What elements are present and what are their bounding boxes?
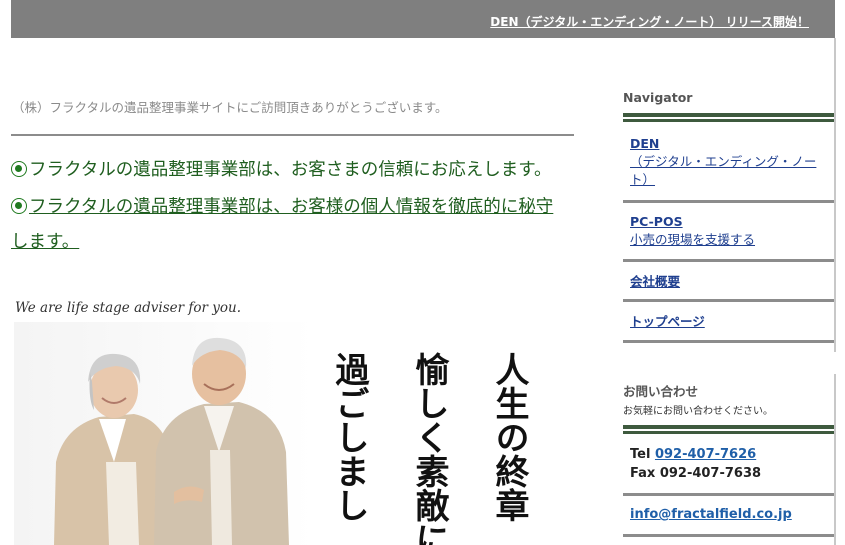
- tel-line: Tel 092-407-7626: [630, 447, 756, 462]
- calligraphy: 人生の終章 愉しく素敵に 過ごしまし: [329, 352, 529, 545]
- sidebar-item-title[interactable]: 会社概要: [630, 274, 680, 289]
- calligraphy-line-1: 人生の終章: [489, 352, 529, 522]
- trust-message-text: フラクタルの遺品整理事業部は、お客さまの信頼にお応えします。: [29, 160, 552, 180]
- sidebar-separator: [623, 299, 834, 302]
- sidebar-item-desc[interactable]: 小売の現場を支援する: [630, 232, 755, 247]
- email-link[interactable]: info@fractalfield.co.jp: [630, 507, 792, 522]
- privacy-message-link[interactable]: フラクタルの遺品整理事業部は、お客様の個人情報を徹底的に秘守: [29, 197, 553, 217]
- privacy-message-cont[interactable]: します。: [11, 225, 79, 259]
- sidebar-item-desc[interactable]: （デジタル・エンディング・ノート）: [630, 154, 816, 187]
- tel-link[interactable]: 092-407-7626: [655, 447, 756, 462]
- sidebar-border: [834, 374, 836, 545]
- sidebar-separator: [623, 259, 834, 262]
- email-line[interactable]: info@fractalfield.co.jp: [630, 507, 792, 522]
- sidebar-separator: [623, 200, 834, 203]
- privacy-message[interactable]: フラクタルの遺品整理事業部は、お客様の個人情報を徹底的に秘守: [11, 190, 553, 224]
- sidebar-separator: [623, 340, 834, 343]
- sidebar-border: [834, 38, 836, 352]
- sidebar-item-title[interactable]: トップページ: [630, 314, 705, 329]
- calligraphy-line-3: 過ごしまし: [329, 352, 369, 522]
- fax-line: Fax 092-407-7638: [630, 466, 761, 481]
- hero-image: 人生の終章 愉しく素敵に 過ごしまし: [14, 322, 614, 545]
- calligraphy-line-2: 愉しく素敵に: [409, 352, 449, 545]
- tel-label: Tel: [630, 447, 651, 462]
- tagline: We are life stage adviser for you.: [15, 300, 241, 316]
- contact-heading: お問い合わせ: [623, 384, 699, 399]
- fax-label: Fax: [630, 466, 656, 481]
- greeting-text: （株）フラクタルの遺品整理事業サイトにご訪問頂きありがとうございます。: [12, 100, 448, 115]
- nav-heading-rule: [623, 113, 834, 122]
- contact-heading-rule: [623, 425, 834, 434]
- privacy-message-link-cont[interactable]: します。: [11, 232, 79, 252]
- bullet-icon: [11, 198, 27, 214]
- contact-subtext: お気軽にお問い合わせください。: [623, 406, 773, 417]
- bullet-icon: [11, 161, 27, 177]
- header-bar: DEN（デジタル・エンディング・ノート） リリース開始！: [11, 0, 835, 38]
- sidebar-item-pcpos[interactable]: PC-POS 小売の現場を支援する: [630, 213, 755, 249]
- sidebar-item-top[interactable]: トップページ: [630, 313, 705, 331]
- nav-heading: Navigator: [623, 90, 693, 105]
- sidebar-item-company[interactable]: 会社概要: [630, 273, 680, 291]
- sidebar-item-title[interactable]: DEN: [630, 136, 659, 151]
- trust-message: フラクタルの遺品整理事業部は、お客さまの信頼にお応えします。: [11, 153, 552, 187]
- divider: [11, 134, 574, 136]
- sidebar-item-title[interactable]: PC-POS: [630, 214, 683, 229]
- announcement-link[interactable]: DEN（デジタル・エンディング・ノート） リリース開始！: [490, 13, 809, 30]
- fax-number: 092-407-7638: [659, 466, 762, 481]
- sidebar-separator: [623, 534, 834, 537]
- sidebar-item-den[interactable]: DEN （デジタル・エンディング・ノート）: [630, 135, 820, 189]
- sidebar-separator: [623, 493, 834, 496]
